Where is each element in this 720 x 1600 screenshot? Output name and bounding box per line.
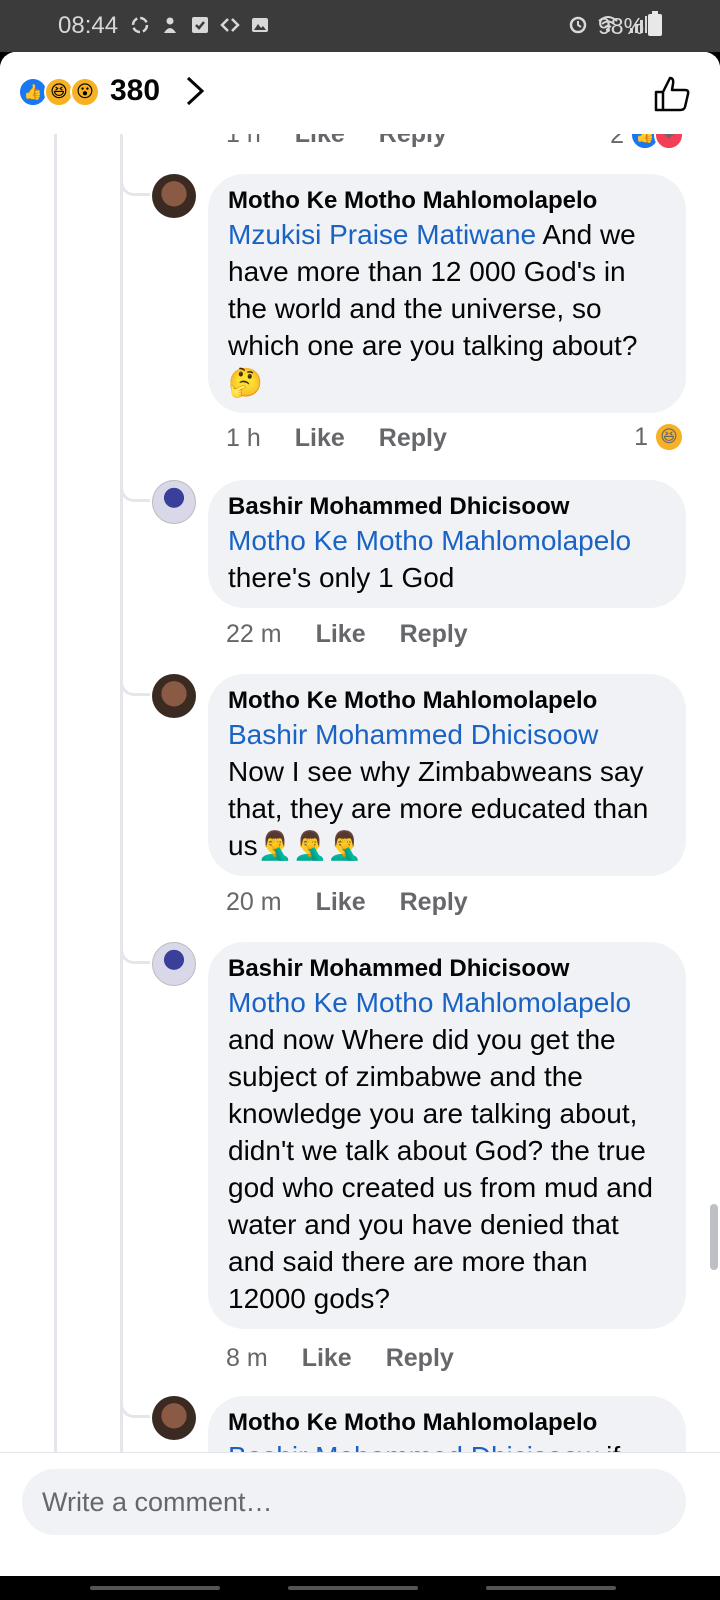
nav-handle[interactable]	[486, 1586, 616, 1590]
facepalm-emoji: 🤦‍♂️🤦‍♂️🤦‍♂️	[257, 830, 363, 861]
like-link[interactable]: Like	[302, 1344, 352, 1373]
comment-composer: Write a comment…	[0, 1452, 720, 1576]
avatar[interactable]	[152, 480, 196, 524]
nav-handle[interactable]	[288, 1586, 418, 1590]
comment-actions: 22 m Like Reply	[226, 620, 502, 649]
chevron-right-icon[interactable]	[180, 74, 210, 108]
comment-text: Bashir Mohammed Dhicisoow Now I see why Z…	[228, 719, 649, 861]
like-button[interactable]	[652, 74, 692, 114]
comment-time: 1 h	[226, 134, 261, 148]
status-time: 08:44	[58, 12, 119, 39]
love-icon: ❤	[654, 134, 684, 150]
comment-bubble: Motho Ke Motho Mahlomolapelo Bashir Moha…	[208, 674, 686, 876]
comment-text: Motho Ke Motho Mahlomolapelo there's only…	[228, 525, 632, 593]
comment-time: 22 m	[226, 620, 282, 648]
reactions-summary[interactable]: 👍 😆 😮	[18, 77, 100, 107]
reply-link[interactable]: Reply	[379, 134, 447, 149]
mention-link[interactable]: Motho Ke Motho Mahlomolapelo	[228, 525, 631, 556]
mention-link[interactable]: Mzukisi Praise Matiwane	[228, 219, 536, 250]
sheet-header: 👍 😆 😮 380	[0, 52, 720, 134]
scrollbar[interactable]	[710, 1204, 718, 1270]
comment-actions: 1 h Like Reply	[226, 134, 481, 149]
like-link[interactable]: Like	[316, 620, 366, 649]
comment-actions: 1 h Like Reply	[226, 424, 481, 453]
comment-author[interactable]: Bashir Mohammed Dhicisoow	[228, 492, 666, 522]
comment-text: Motho Ke Motho Mahlomolapelo and now Wher…	[228, 987, 653, 1314]
comment-time: 1 h	[226, 424, 261, 452]
wow-icon: 😮	[70, 77, 100, 107]
avatar[interactable]	[152, 1396, 196, 1440]
comment-reaction-count[interactable]: 2 👍 ❤	[610, 134, 684, 150]
comment-actions: 8 m Like Reply	[226, 1344, 488, 1373]
reply-link[interactable]: Reply	[386, 1344, 454, 1373]
code-icon	[220, 18, 240, 32]
reply-link[interactable]: Reply	[400, 620, 468, 649]
mention-link[interactable]: Bashir Mohammed Dhicisoow	[228, 719, 598, 750]
comments-sheet: 👍 😆 😮 380 1 h Like Reply 2 👍 ❤ Motho Ke …	[0, 52, 720, 1576]
haha-icon: 😆	[654, 422, 684, 452]
avatar[interactable]	[152, 174, 196, 218]
reply-thread-line	[120, 134, 123, 1532]
battery-icon	[648, 11, 662, 36]
thinking-emoji: 🤔	[228, 367, 263, 398]
sync-icon	[131, 16, 149, 34]
mention-link[interactable]: Motho Ke Motho Mahlomolapelo	[228, 987, 631, 1018]
alarm-icon	[569, 16, 587, 34]
comment-author[interactable]: Motho Ke Motho Mahlomolapelo	[228, 686, 666, 716]
comment-bubble: Motho Ke Motho Mahlomolapelo Mzukisi Pra…	[208, 174, 686, 413]
like-link[interactable]: Like	[295, 424, 345, 453]
comment-author[interactable]: Motho Ke Motho Mahlomolapelo	[228, 1408, 666, 1438]
comment-author[interactable]: Motho Ke Motho Mahlomolapelo	[228, 186, 666, 216]
status-bar: 08:44 98%	[0, 0, 720, 52]
notification-icons	[130, 15, 270, 35]
nav-handle[interactable]	[90, 1586, 220, 1590]
battery-level: 98%	[598, 13, 645, 39]
system-nav-bar	[0, 1576, 720, 1600]
reply-link[interactable]: Reply	[400, 888, 468, 917]
person-icon	[164, 17, 176, 33]
thread-line	[54, 134, 57, 1532]
comment-input[interactable]: Write a comment…	[22, 1469, 686, 1535]
comment-actions: 20 m Like Reply	[226, 888, 502, 917]
comment-time: 20 m	[226, 888, 282, 916]
comment-author[interactable]: Bashir Mohammed Dhicisoow	[228, 954, 666, 984]
reaction-count[interactable]: 380	[110, 74, 160, 108]
comment-reaction-count[interactable]: 1 😆	[634, 422, 684, 452]
comment-time: 8 m	[226, 1344, 268, 1372]
comment-bubble: Bashir Mohammed Dhicisoow Motho Ke Motho…	[208, 480, 686, 608]
comment-text: Mzukisi Praise Matiwane And we have more…	[228, 219, 638, 398]
like-link[interactable]: Like	[295, 134, 345, 149]
like-link[interactable]: Like	[316, 888, 366, 917]
comment-bubble: Bashir Mohammed Dhicisoow Motho Ke Motho…	[208, 942, 686, 1329]
checkbox-icon	[192, 17, 208, 33]
avatar[interactable]	[152, 942, 196, 986]
image-icon	[252, 18, 268, 32]
avatar[interactable]	[152, 674, 196, 718]
comment-thread: 1 h Like Reply 2 👍 ❤ Motho Ke Motho Mahl…	[0, 134, 720, 1532]
reply-link[interactable]: Reply	[379, 424, 447, 453]
